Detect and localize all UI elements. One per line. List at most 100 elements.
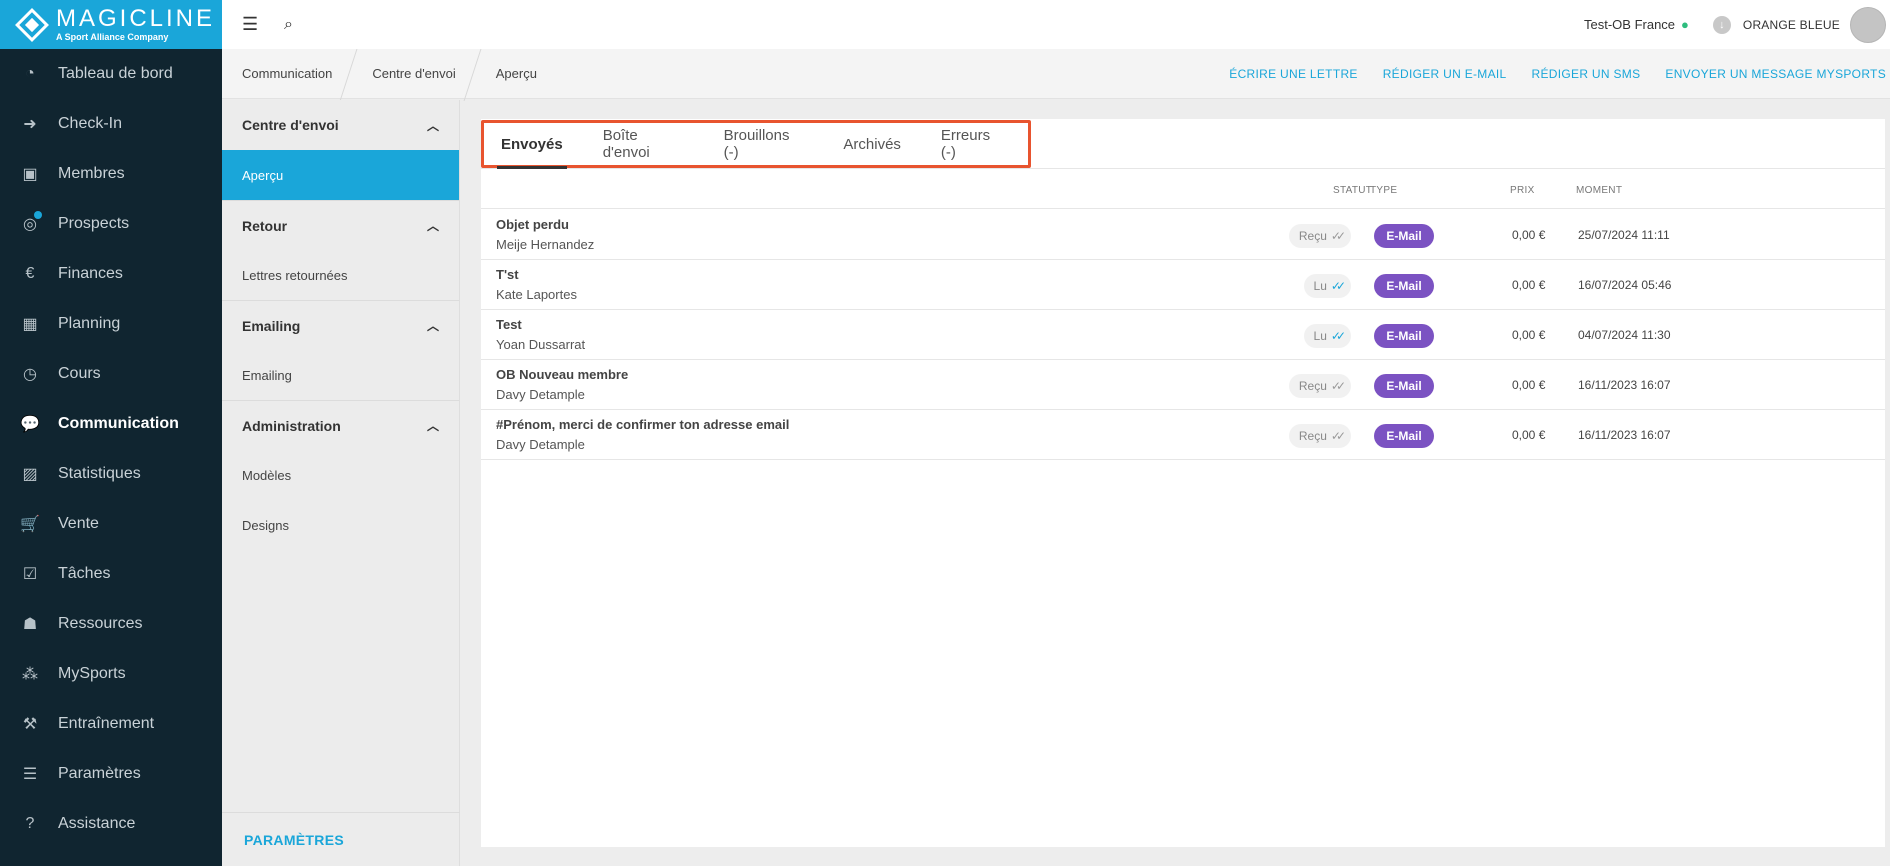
nav-item-t-ches[interactable]: ☑ Tâches [0,549,222,599]
message-subject[interactable]: Test [496,317,522,332]
subnav-item[interactable]: Emailing [222,350,459,400]
type-badge: E-Mail [1374,274,1434,298]
nav-item-label: Vente [58,515,99,532]
action-link-2[interactable]: RÉDIGER UN SMS [1532,67,1641,81]
nav-item-label: Tableau de bord [58,65,173,82]
nav-item-cours[interactable]: ◷ Cours [0,349,222,399]
task-check-icon: ☑ [22,566,38,583]
action-link-1[interactable]: RÉDIGER UN E-MAIL [1383,67,1507,81]
nav-item-label: MySports [58,665,126,682]
nav-item-ressources[interactable]: ☗ Ressources [0,599,222,649]
header-price[interactable]: PRIX [1510,185,1535,196]
subnav-item[interactable]: Designs [222,500,459,550]
nav-list: ◔ Tableau de bord ➜ Check-In ▣ Membres ◎ Prospe… [0,49,222,849]
nav-item-assistance[interactable]: ? Assistance [0,799,222,849]
table-row[interactable]: Test Yoan Dussarrat Lu ✓✓ E-Mail 0,00 € 04/07/… [481,310,1885,360]
type-badge: E-Mail [1374,374,1434,398]
message-moment: 16/07/2024 05:46 [1578,278,1672,292]
message-recipient: Meije Hernandez [496,237,595,252]
chevron-up-icon[interactable]: ︿ [427,117,439,134]
nav-item-planning[interactable]: ▦ Planning [0,299,222,349]
subnav-group-label: Retour [242,217,288,234]
message-subject[interactable]: Objet perdu [496,217,569,232]
table-row[interactable]: T'st Kate Laportes Lu ✓✓ E-Mail 0,00 € 16/07/2… [481,260,1885,310]
subnav-item[interactable]: Modèles [222,450,459,500]
table-row[interactable]: OB Nouveau membre Davy Detample Reçu ✓✓ E-Ma… [481,360,1885,410]
message-price: 0,00 € [1512,228,1546,242]
nav-item-statistiques[interactable]: ▨ Statistiques [0,449,222,499]
message-subject[interactable]: OB Nouveau membre [496,367,628,382]
brand-logo[interactable]: MAGICLINE A Sport Alliance Company [0,0,222,49]
chevron-up-icon[interactable]: ︿ [427,417,439,434]
tab-3[interactable]: Archivés [843,123,901,165]
search-icon[interactable]: ⌕ [284,16,293,34]
chart-icon: ▨ [22,466,38,483]
nav-item-mysports[interactable]: ⁂ MySports [0,649,222,699]
breadcrumb-bar: Communication Centre d'envoi Aperçu ÉCRIRE… [222,49,1890,99]
breadcrumb-item[interactable]: Communication [222,49,352,99]
nav-item-finances[interactable]: € Finances [0,249,222,299]
table-row[interactable]: #Prénom, merci de confirmer ton adresse … [481,410,1885,460]
double-check-icon: ✓✓ [1330,279,1346,293]
studio-selector[interactable]: Test-OB France [1584,17,1675,32]
message-price: 0,00 € [1512,278,1546,292]
status-label: Lu [1313,279,1327,293]
nav-item-label: Ressources [58,615,143,632]
nav-item-check-in[interactable]: ➜ Check-In [0,99,222,149]
avatar[interactable] [1850,6,1886,43]
nav-item-communication[interactable]: 💬 Communication [0,399,222,449]
message-subject[interactable]: #Prénom, merci de confirmer ton adresse … [496,417,789,432]
check-in-icon: ➜ [23,116,37,133]
nav-item-param-tres[interactable]: ☰ Paramètres [0,749,222,799]
type-badge: E-Mail [1374,424,1434,448]
header-status[interactable]: STATUT [1333,185,1372,196]
subnav-item[interactable]: Lettres retournées [222,250,459,300]
message-subject[interactable]: T'st [496,267,519,282]
subnav-group-header[interactable]: Administration ︿ [222,400,459,450]
tabs-highlight-frame: Envoyés Boîte d'envoi Brouillons (-) Archiv… [481,120,1031,169]
subnav-item[interactable]: Aperçu [222,150,459,200]
nav-item-label: Planning [58,315,121,332]
message-recipient: Davy Detample [496,387,585,402]
nav-item-entra-nement[interactable]: ⚒ Entraînement [0,699,222,749]
double-check-icon: ✓✓ [1330,329,1346,343]
tab-0[interactable]: Envoyés [497,123,567,169]
action-link-3[interactable]: ENVOYER UN MESSAGE MYSPORTS [1665,67,1886,81]
message-price: 0,00 € [1512,428,1546,442]
nav-item-membres[interactable]: ▣ Membres [0,149,222,199]
message-moment: 16/11/2023 16:07 [1578,428,1671,442]
header-type[interactable]: TYPE [1370,185,1397,196]
header-moment[interactable]: MOMENT [1576,185,1622,196]
status-label: Lu [1313,329,1327,343]
dumbbell-icon: ⚒ [22,716,38,733]
tab-4[interactable]: Erreurs (-) [941,123,1005,165]
menu-icon[interactable]: ☰ [242,14,262,35]
subnav-group-header[interactable]: Centre d'envoi ︿ [222,100,459,150]
brand-name: MAGICLINE [56,5,216,32]
chevron-up-icon[interactable]: ︿ [427,217,439,234]
download-icon[interactable]: ↓ [1712,15,1731,34]
organization-name[interactable]: ORANGE BLEUE [1743,18,1840,32]
message-recipient: Kate Laportes [496,287,577,302]
subnav-group-header[interactable]: Emailing ︿ [222,300,459,350]
chevron-up-icon[interactable]: ︿ [427,317,439,334]
table-row[interactable]: Objet perdu Meije Hernandez Reçu ✓✓ E-Mail 0,… [481,210,1885,260]
tab-1[interactable]: Boîte d'envoi [603,123,684,165]
message-moment: 04/07/2024 11:30 [1578,328,1671,342]
nav-item-tableau-de-bord[interactable]: ◔ Tableau de bord [0,49,222,99]
message-moment: 16/11/2023 16:07 [1578,378,1671,392]
subnav-group-label: Emailing [242,317,301,334]
nav-item-prospects[interactable]: ◎ Prospects [0,199,222,249]
table-header: STATUT TYPE PRIX MOMENT [481,171,1885,209]
communication-subnav: Centre d'envoi ︿ Aperçu Retour ︿ Lettres reto… [222,100,460,866]
breadcrumb-item[interactable]: Centre d'envoi [352,49,475,99]
finances-icon: € [25,265,35,282]
action-link-0[interactable]: ÉCRIRE UNE LETTRE [1229,67,1357,81]
subnav-group-header[interactable]: Retour ︿ [222,200,459,250]
tab-2[interactable]: Brouillons (-) [724,123,804,165]
settings-link[interactable]: PARAMÈTRES [222,812,460,866]
nav-item-label: Finances [58,265,123,282]
status-badge: Reçu ✓✓ [1288,224,1351,248]
nav-item-vente[interactable]: 🛒 Vente [0,499,222,549]
message-moment: 25/07/2024 11:11 [1578,228,1670,242]
